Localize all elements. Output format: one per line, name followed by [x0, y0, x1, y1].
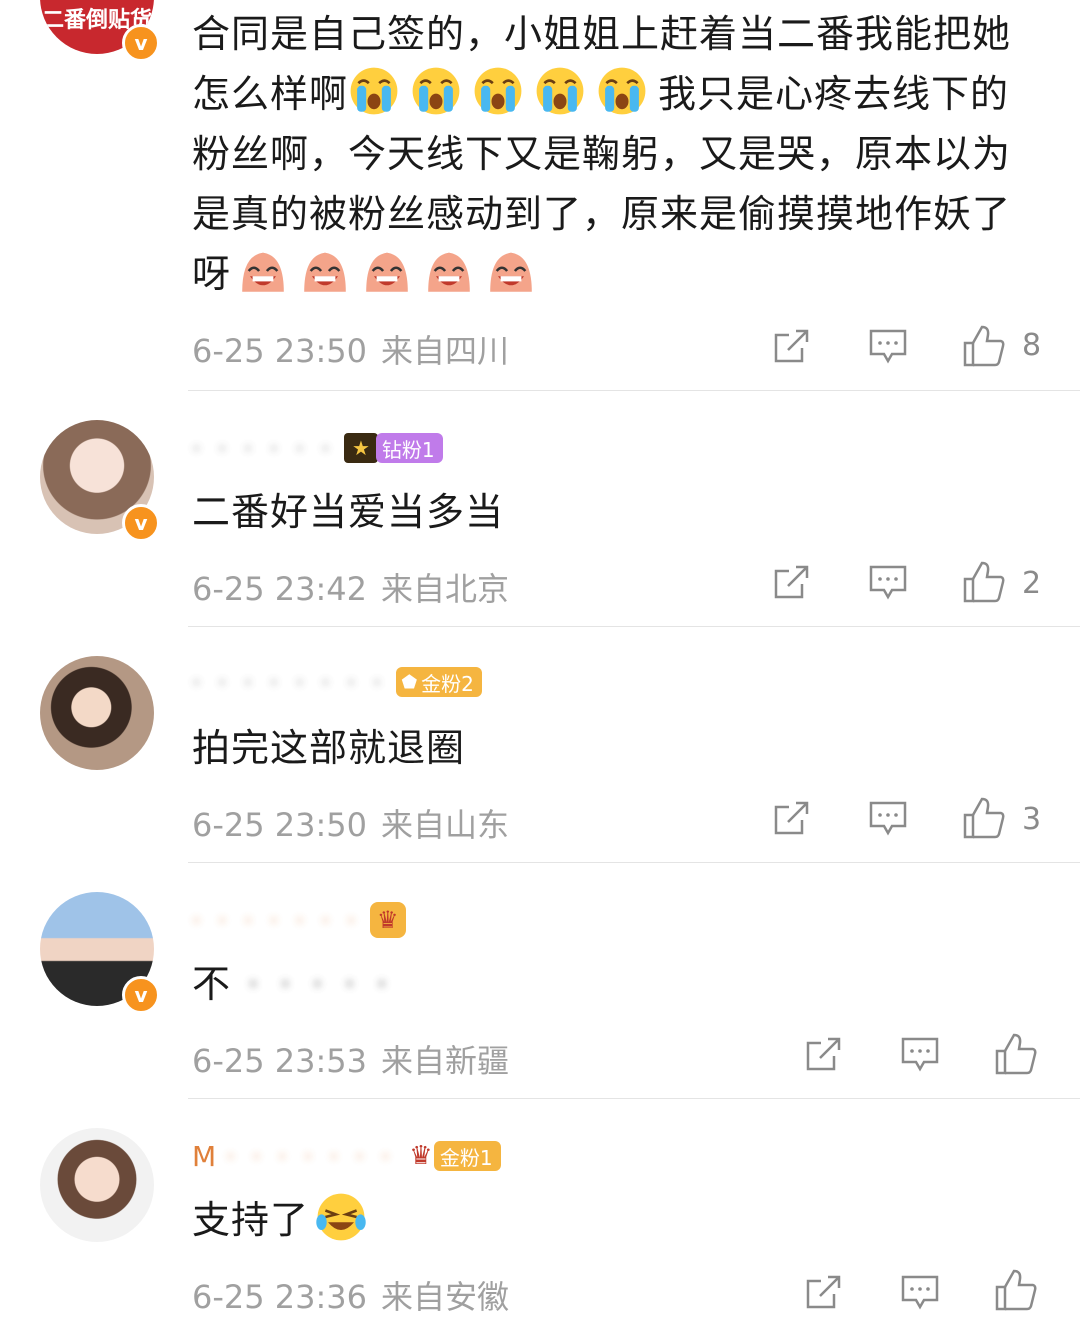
- comment-text: 支持了: [192, 1190, 1032, 1250]
- crown-icon: ★: [343, 433, 378, 463]
- comment-meta: 6-25 23:36 来自安徽: [192, 1272, 509, 1318]
- divider: [188, 1098, 1080, 1099]
- comment-text-visible: 不: [192, 962, 232, 1006]
- comment-meta: 6-25 23:53 来自新疆: [192, 1036, 509, 1082]
- gold-fan-icon: ⬟: [401, 671, 418, 693]
- username[interactable]: M · · · · · · · ♛ 金粉1: [192, 1136, 501, 1176]
- share-icon: [806, 1275, 841, 1309]
- reply-button[interactable]: [868, 562, 908, 602]
- reply-button[interactable]: [868, 798, 908, 838]
- thumbs-up-icon: [963, 325, 1005, 367]
- crying-emoji: [598, 67, 646, 115]
- comment-meta: 6-25 23:50 来自山东: [192, 800, 509, 846]
- comment-icon: [901, 1037, 939, 1072]
- timestamp: 6-25 23:42: [192, 570, 368, 608]
- fan-badge: 金粉1: [433, 1141, 501, 1171]
- crying-emoji: [350, 67, 398, 115]
- fan-badge-label: 金粉1: [439, 1145, 493, 1170]
- laughing-blob-emoji: [490, 252, 532, 292]
- username-text: · · · · · · · ·: [192, 665, 386, 699]
- comment-icon: [869, 801, 907, 836]
- comment-text: 二番好当爱当多当: [192, 490, 505, 534]
- share-button[interactable]: [804, 1272, 844, 1312]
- comment-meta: 6-25 23:42 来自北京: [192, 564, 509, 610]
- like-button[interactable]: [994, 1268, 1038, 1312]
- comment-icon: [869, 329, 907, 364]
- share-button[interactable]: [804, 1034, 844, 1074]
- crown-icon: ♛: [409, 1141, 433, 1171]
- divider: [188, 390, 1080, 391]
- fan-badge: 钻粉1: [375, 433, 443, 463]
- share-icon: [806, 1037, 841, 1071]
- verified-badge: v: [122, 24, 160, 62]
- like-button[interactable]: [962, 560, 1006, 604]
- thumbs-up-icon: [963, 561, 1005, 603]
- laughing-tears-emoji: [316, 1193, 366, 1241]
- reply-button[interactable]: [900, 1034, 940, 1074]
- share-icon: [774, 329, 809, 363]
- like-count: 3: [1022, 802, 1042, 837]
- like-button[interactable]: [962, 796, 1006, 840]
- crying-emoji: [412, 67, 460, 115]
- comment-icon: [901, 1275, 939, 1310]
- like-count: 8: [1022, 328, 1042, 363]
- comment-icon: [869, 565, 907, 600]
- location: 来自北京: [381, 570, 510, 608]
- fan-badge: ⬟ 金粉2: [395, 667, 482, 697]
- fan-badge-label: 金粉2: [421, 671, 474, 696]
- divider: [188, 626, 1080, 627]
- username[interactable]: · · · · · · ★ 钻粉1: [192, 428, 443, 468]
- location: 来自四川: [381, 332, 510, 370]
- share-button[interactable]: [772, 326, 812, 366]
- like-count: 2: [1022, 566, 1042, 601]
- comment-text-visible: 支持了: [192, 1198, 310, 1242]
- thumbs-up-icon: [963, 797, 1005, 839]
- timestamp: 6-25 23:36: [192, 1278, 368, 1316]
- timestamp: 6-25 23:50: [192, 332, 368, 370]
- share-icon: [774, 801, 809, 835]
- reply-button[interactable]: [868, 326, 908, 366]
- share-icon: [774, 565, 809, 599]
- timestamp: 6-25 23:53: [192, 1042, 368, 1080]
- avatar[interactable]: [40, 1128, 154, 1242]
- share-button[interactable]: [772, 562, 812, 602]
- like-button[interactable]: [994, 1032, 1038, 1076]
- verified-badge: v: [122, 976, 160, 1014]
- comment-text-blurred: · · · · ·: [231, 962, 392, 1006]
- comment-text: 不 · · · · ·: [192, 954, 1032, 1014]
- laughing-blob-emoji: [242, 252, 284, 292]
- avatar[interactable]: [40, 656, 154, 770]
- comment-text: 合同是自己签的，小姐姐上赶着当二番我能把她怎么样啊 我只是心疼去线下的粉丝啊，今天…: [192, 4, 1032, 304]
- location: 来自安徽: [381, 1278, 510, 1316]
- username-blurred: · · · · · · ·: [226, 1139, 394, 1173]
- share-button[interactable]: [772, 798, 812, 838]
- comment-text: 拍完这部就退圈: [192, 726, 466, 770]
- thumbs-up-icon: [995, 1033, 1037, 1075]
- like-button[interactable]: [962, 324, 1006, 368]
- thumbs-up-icon: [995, 1269, 1037, 1311]
- reply-button[interactable]: [900, 1272, 940, 1312]
- username-text: M: [192, 1139, 217, 1173]
- laughing-blob-emoji: [304, 252, 346, 292]
- username-text: · · · · · ·: [192, 431, 334, 465]
- timestamp: 6-25 23:50: [192, 806, 368, 844]
- location: 来自山东: [381, 806, 510, 844]
- verified-badge: v: [122, 504, 160, 542]
- username[interactable]: · · · · · · · ♛: [192, 900, 406, 940]
- username-text: · · · · · · ·: [192, 903, 360, 937]
- crown-icon: ♛: [369, 902, 406, 938]
- laughing-blob-emoji: [428, 252, 470, 292]
- crying-emoji: [536, 67, 584, 115]
- crying-emoji: [474, 67, 522, 115]
- username[interactable]: · · · · · · · · ⬟ 金粉2: [192, 662, 482, 702]
- location: 来自新疆: [381, 1042, 510, 1080]
- divider: [188, 862, 1080, 863]
- laughing-blob-emoji: [366, 252, 408, 292]
- fan-badge-label: 钻粉1: [381, 437, 435, 462]
- comment-meta: 6-25 23:50 来自四川: [192, 326, 509, 372]
